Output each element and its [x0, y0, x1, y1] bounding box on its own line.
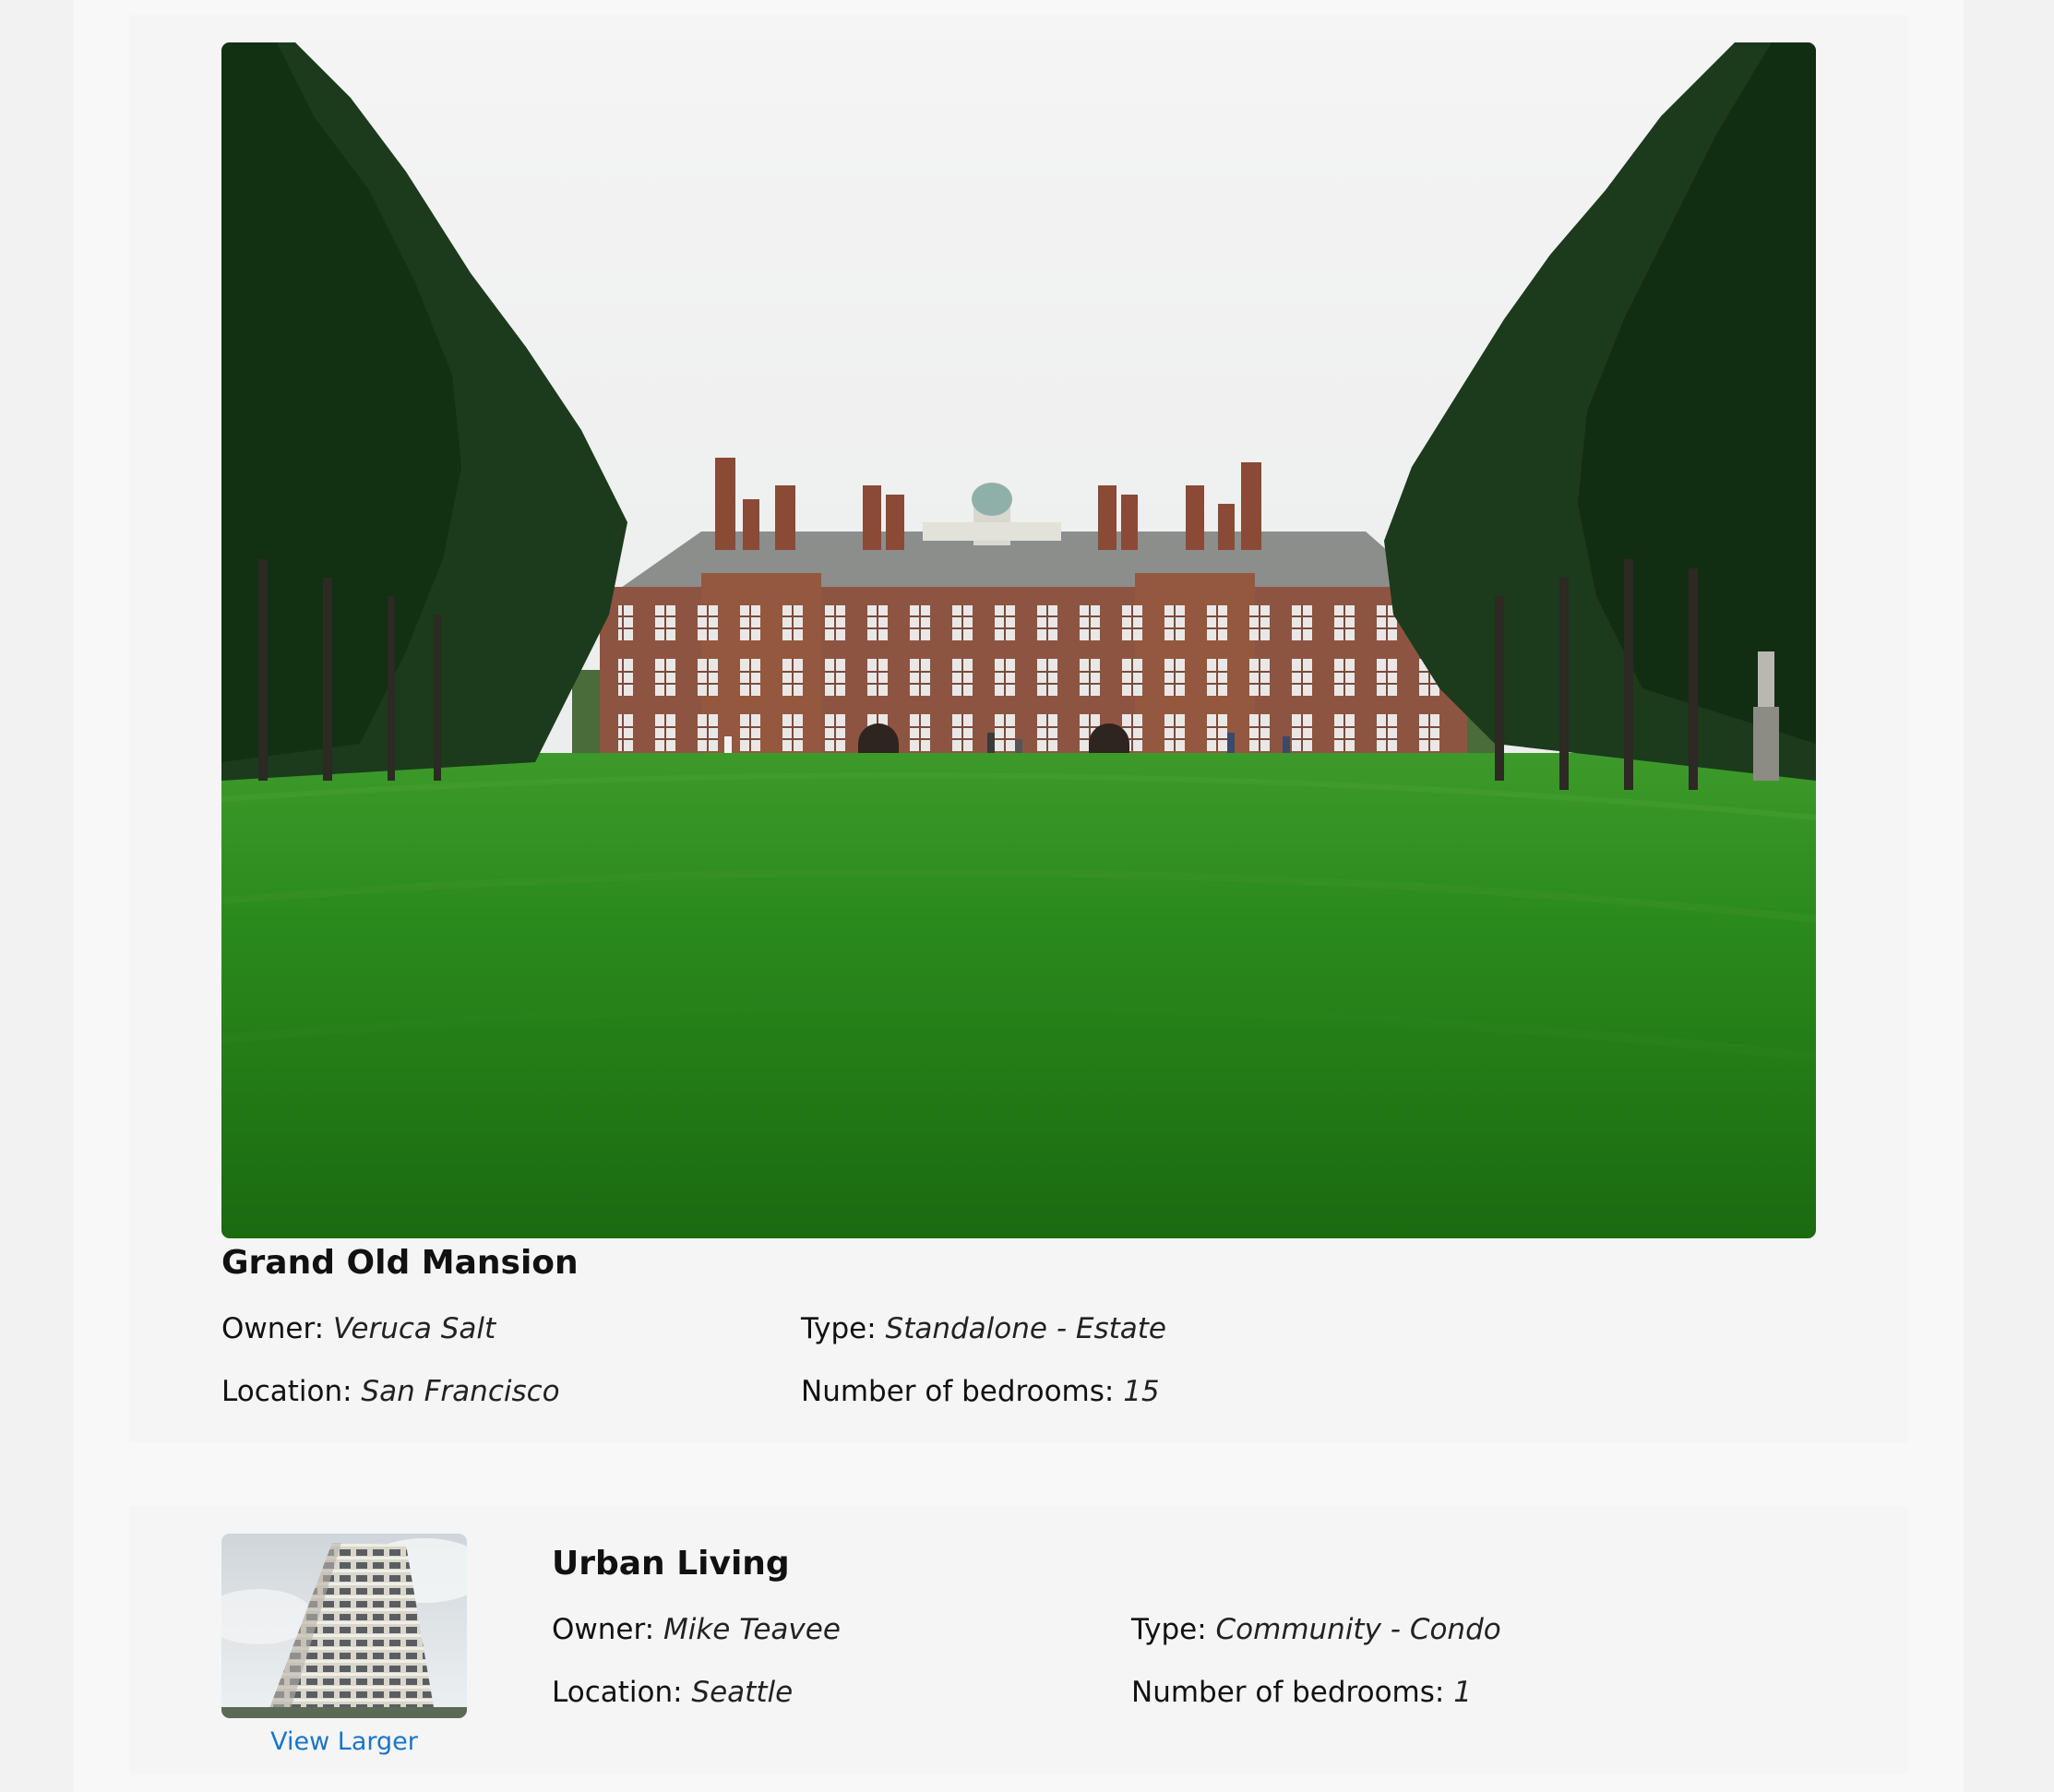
bedrooms-value: 15: [1123, 1375, 1160, 1408]
owner-value: Veruca Salt: [332, 1312, 496, 1345]
owner-label: Owner:: [552, 1613, 655, 1646]
owner-label: Owner:: [221, 1312, 325, 1345]
type-value: Community - Condo: [1215, 1613, 1501, 1646]
bedrooms-field: Number of bedrooms: 15: [801, 1375, 1160, 1408]
owner-value: Mike Teavee: [663, 1613, 841, 1646]
view-larger-link[interactable]: View Larger: [221, 1727, 467, 1756]
page-container: Grand Old Mansion Owner: Veruca Salt Typ…: [74, 0, 1964, 1792]
location-field: Location: Seattle: [552, 1676, 793, 1709]
type-label: Type:: [1131, 1613, 1207, 1646]
bedrooms-value: 1: [1453, 1676, 1472, 1709]
mansion-photo[interactable]: [221, 42, 1816, 1238]
bedrooms-label: Number of bedrooms:: [1131, 1676, 1445, 1709]
condo-tower-photo[interactable]: [221, 1534, 467, 1718]
listing-title: Grand Old Mansion: [221, 1244, 579, 1282]
location-label: Location:: [552, 1676, 683, 1709]
type-label: Type:: [801, 1312, 877, 1345]
bedrooms-label: Number of bedrooms:: [801, 1375, 1115, 1408]
location-field: Location: San Francisco: [221, 1375, 560, 1408]
type-field: Type: Community - Condo: [1131, 1613, 1501, 1646]
location-label: Location:: [221, 1375, 352, 1408]
type-field: Type: Standalone - Estate: [801, 1312, 1166, 1345]
listing-title: Urban Living: [552, 1545, 790, 1583]
location-value: Seattle: [691, 1676, 794, 1709]
type-value: Standalone - Estate: [885, 1312, 1166, 1345]
owner-field: Owner: Mike Teavee: [552, 1613, 841, 1646]
listing-card-expanded: Grand Old Mansion Owner: Veruca Salt Typ…: [129, 15, 1908, 1443]
bedrooms-field: Number of bedrooms: 1: [1131, 1676, 1472, 1709]
listing-card-collapsed: View Larger Urban Living Owner: Mike Tea…: [129, 1506, 1908, 1774]
owner-field: Owner: Veruca Salt: [221, 1312, 496, 1345]
location-value: San Francisco: [361, 1375, 560, 1408]
